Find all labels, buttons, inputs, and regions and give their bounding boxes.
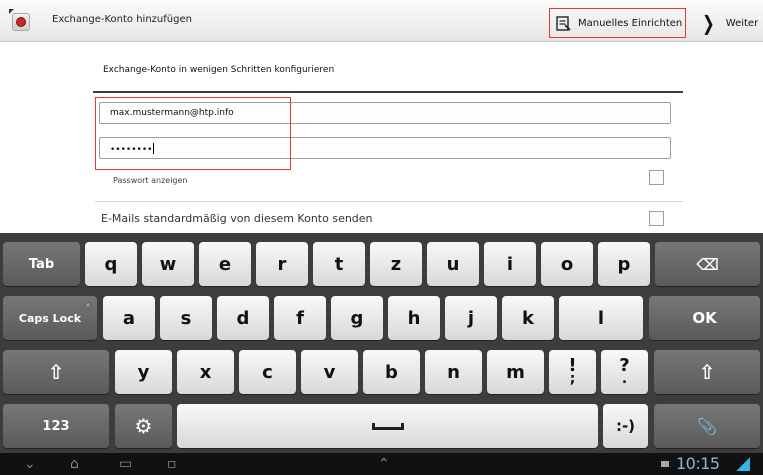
key-attach[interactable]: 📎 [654, 404, 760, 448]
key-caps-lock[interactable]: Caps Lock [3, 296, 97, 340]
default-send-label: E-Mails standardmäßig von diesem Konto s… [101, 212, 373, 225]
notification-icon [661, 461, 669, 467]
key-c[interactable]: c [239, 350, 296, 394]
key-x[interactable]: x [177, 350, 234, 394]
key-o[interactable]: o [541, 242, 593, 286]
chevron-right-icon: ❯ [702, 11, 715, 35]
account-form: Exchange-Konto in wenigen Schritten konf… [0, 43, 763, 233]
key-period-label: . [621, 370, 628, 387]
key-w[interactable]: w [142, 242, 194, 286]
system-nav-bar: ⌄ ⌂ ▭ ▫ ⌃ 10:15 [0, 453, 763, 475]
backspace-icon: ⌫ [696, 254, 719, 274]
key-j[interactable]: j [445, 296, 497, 340]
manual-setup-label: Manuelles Einrichten [578, 17, 683, 29]
soft-keyboard: Tab q w e r t z u i o p ⌫ Caps Lock a s … [0, 233, 763, 453]
key-u[interactable]: u [427, 242, 479, 286]
show-password-checkbox[interactable] [649, 170, 664, 185]
section-divider [95, 201, 683, 202]
app-drawer-handle-icon[interactable]: ⌃ [378, 456, 390, 472]
key-i[interactable]: i [484, 242, 536, 286]
key-n[interactable]: n [425, 350, 482, 394]
default-send-checkbox[interactable] [649, 211, 664, 226]
screenshot-icon[interactable]: ▫ [167, 456, 177, 472]
shift-icon: ⇧ [47, 360, 65, 384]
clock: 10:15 [676, 454, 720, 473]
back-chevron-icon[interactable]: ⌄ [24, 456, 36, 472]
screen: Exchange-Konto hinzufügen Manuelles Einr… [0, 0, 763, 475]
key-z[interactable]: z [370, 242, 422, 286]
key-f[interactable]: f [274, 296, 326, 340]
key-y[interactable]: y [115, 350, 172, 394]
key-m[interactable]: m [487, 350, 544, 394]
space-icon [371, 422, 404, 430]
credentials-highlight [95, 97, 291, 170]
manual-setup-button[interactable]: Manuelles Einrichten [549, 8, 686, 38]
key-exclaim-semicolon[interactable]: ! ; [549, 350, 596, 394]
next-label: Weiter [725, 17, 759, 29]
form-heading: Exchange-Konto in wenigen Schritten konf… [103, 65, 335, 75]
manual-setup-icon [556, 15, 571, 31]
key-g[interactable]: g [331, 296, 383, 340]
key-h[interactable]: h [388, 296, 440, 340]
key-v[interactable]: v [301, 350, 358, 394]
paperclip-icon: 📎 [697, 416, 717, 436]
gear-icon: ⚙ [134, 414, 153, 438]
key-tab[interactable]: Tab [3, 242, 80, 286]
key-a[interactable]: a [103, 296, 155, 340]
key-shift-left[interactable]: ⇧ [3, 350, 109, 394]
signal-icon [736, 457, 750, 471]
key-d[interactable]: d [217, 296, 269, 340]
key-t[interactable]: t [313, 242, 365, 286]
key-space[interactable] [177, 404, 598, 448]
key-123[interactable]: 123 [3, 404, 109, 448]
recent-apps-icon[interactable]: ▭ [119, 456, 132, 472]
exchange-app-icon[interactable] [12, 13, 30, 31]
key-shift-right[interactable]: ⇧ [654, 350, 760, 394]
heading-divider [93, 91, 683, 93]
key-ok[interactable]: OK [649, 296, 760, 340]
key-p[interactable]: p [598, 242, 650, 286]
key-smiley[interactable]: :-) [603, 404, 648, 448]
key-k[interactable]: k [502, 296, 554, 340]
action-bar-title: Exchange-Konto hinzufügen [52, 14, 192, 25]
key-e[interactable]: e [199, 242, 251, 286]
key-settings[interactable]: ⚙ [115, 404, 172, 448]
show-password-label: Passwort anzeigen [113, 176, 188, 185]
key-l[interactable]: l [559, 296, 643, 340]
key-semicolon-label: ; [569, 370, 576, 387]
shift-icon: ⇧ [698, 360, 716, 384]
next-button[interactable]: ❯ Weiter [700, 8, 758, 38]
action-bar: Exchange-Konto hinzufügen Manuelles Einr… [0, 0, 763, 42]
key-b[interactable]: b [363, 350, 420, 394]
key-r[interactable]: r [256, 242, 308, 286]
home-icon[interactable]: ⌂ [70, 456, 79, 472]
key-question-period[interactable]: ? . [601, 350, 648, 394]
key-q[interactable]: q [85, 242, 137, 286]
key-s[interactable]: s [160, 296, 212, 340]
key-backspace[interactable]: ⌫ [655, 242, 760, 286]
